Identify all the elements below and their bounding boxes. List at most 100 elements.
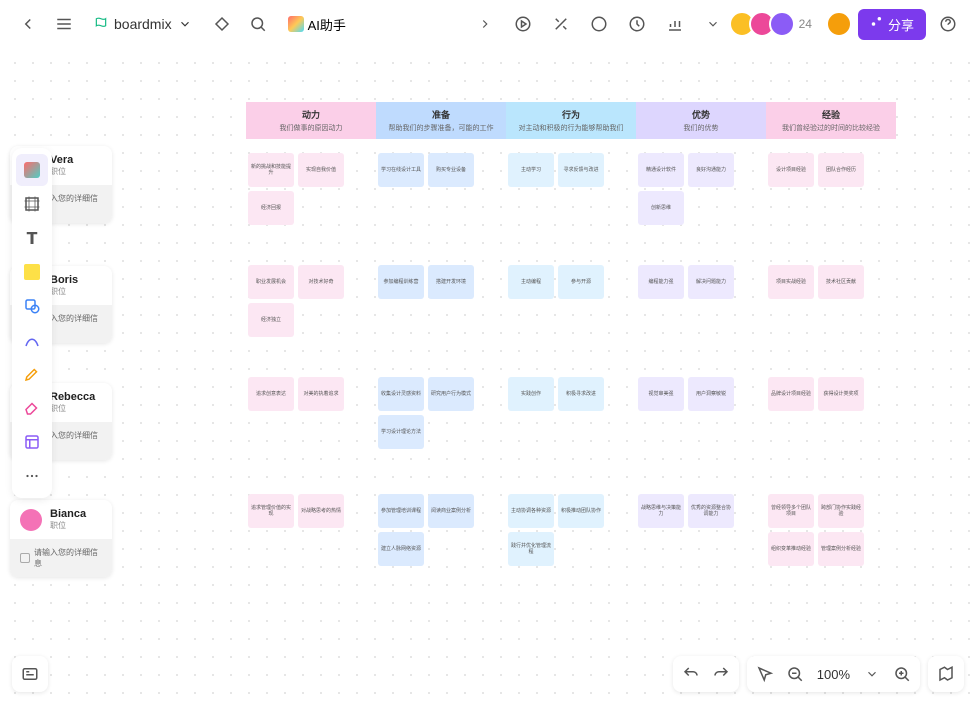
tool-more[interactable] — [16, 460, 48, 492]
tool-line[interactable] — [16, 324, 48, 356]
tool-select[interactable] — [16, 154, 48, 186]
sticky-note[interactable]: 新的挑战和技能提升 — [248, 153, 294, 187]
column-header: 准备帮助我们的步骤准备，可能的工作 — [376, 102, 506, 139]
expand-button[interactable] — [469, 8, 501, 40]
matrix-row: 新的挑战和技能提升实现自我价值经济回报 学习在线设计工具购买专业设备主动学习寻求反… — [246, 151, 896, 251]
share-button[interactable]: 分享 — [858, 9, 926, 40]
persona-card[interactable]: Bianca 职位 请输入您的详细信息 — [10, 500, 112, 577]
undo-button[interactable] — [677, 660, 705, 688]
tool-shape[interactable] — [16, 290, 48, 322]
tool-text[interactable] — [16, 222, 48, 254]
comment-button[interactable] — [583, 8, 615, 40]
sticky-note[interactable]: 对美的执着追求 — [298, 377, 344, 411]
persona-placeholder[interactable]: 请输入您的详细信息 — [10, 539, 112, 577]
user-avatar[interactable] — [826, 11, 852, 37]
sticky-note[interactable]: 管理案例分析经验 — [818, 532, 864, 566]
sticky-note[interactable]: 战略思维与决策能力 — [638, 494, 684, 528]
ai-assistant-button[interactable]: AI助手 — [278, 11, 356, 38]
sticky-note[interactable]: 学习设计理论方法 — [378, 415, 424, 449]
sticky-note[interactable]: 积极推动团队协作 — [558, 494, 604, 528]
sticky-note[interactable]: 寻求反馈与改进 — [558, 153, 604, 187]
sticky-note[interactable]: 编程能力强 — [638, 265, 684, 299]
ai-icon — [288, 16, 304, 32]
sticky-note[interactable]: 实现自我价值 — [298, 153, 344, 187]
sticky-note[interactable]: 经济回报 — [248, 191, 294, 225]
tag-button[interactable] — [206, 8, 238, 40]
minimap-button[interactable] — [932, 660, 960, 688]
sticky-note[interactable]: 参加编程训练营 — [378, 265, 424, 299]
sticky-note[interactable]: 主动协调各种资源 — [508, 494, 554, 528]
sticky-note[interactable]: 对战略思考的热情 — [298, 494, 344, 528]
column-header: 动力我们做事的原因动力 — [246, 102, 376, 139]
chart-button[interactable] — [659, 8, 691, 40]
matrix-cell: 主动编程参与开源 — [506, 263, 636, 363]
board-name-dropdown[interactable]: boardmix — [84, 12, 202, 36]
sticky-note[interactable]: 跨部门协作实践经验 — [818, 494, 864, 528]
sticky-note[interactable]: 收集设计灵感资料 — [378, 377, 424, 411]
sticky-note[interactable]: 技术社区贡献 — [818, 265, 864, 299]
sticky-note[interactable]: 获得设计类奖项 — [818, 377, 864, 411]
sticky-note[interactable]: 阅读商业案例分析 — [428, 494, 474, 528]
zoom-out[interactable] — [781, 660, 809, 688]
canvas[interactable]: Vera 职位 请输入您的详细信息 Boris 职位 请输入您的详细信息 Reb… — [0, 48, 976, 704]
tool-template[interactable] — [16, 426, 48, 458]
sticky-note[interactable]: 主动学习 — [508, 153, 554, 187]
search-button[interactable] — [242, 8, 274, 40]
matrix-cell: 品牌设计项目经验获得设计类奖项 — [766, 375, 896, 480]
sticky-note[interactable]: 积极寻求改进 — [558, 377, 604, 411]
persona-role: 职位 — [50, 166, 73, 177]
sticky-note[interactable]: 组织变革推动经验 — [768, 532, 814, 566]
sticky-note[interactable]: 视觉审美强 — [638, 377, 684, 411]
sticky-note[interactable]: 设计项目经验 — [768, 153, 814, 187]
sticky-note[interactable]: 建立人脉网络资源 — [378, 532, 424, 566]
matrix-cell: 追求创意表达对美的执着追求 — [246, 375, 376, 480]
sticky-note[interactable]: 团队合作经历 — [818, 153, 864, 187]
sticky-note[interactable]: 购买专业设备 — [428, 153, 474, 187]
matrix-cell: 曾经领导多个团队项目跨部门协作实践经验组织变革推动经验管理案例分析经验 — [766, 492, 896, 597]
sticky-note[interactable]: 研究用户行为模式 — [428, 377, 474, 411]
tool-eraser[interactable] — [16, 392, 48, 424]
sticky-note[interactable]: 搭建开发环境 — [428, 265, 474, 299]
sticky-note[interactable]: 参与开源 — [558, 265, 604, 299]
collaborator-avatars[interactable]: 24 — [735, 11, 812, 37]
sticky-note[interactable]: 用户洞察敏锐 — [688, 377, 734, 411]
sticky-note[interactable]: 实践创作 — [508, 377, 554, 411]
sticky-note[interactable]: 学习在线设计工具 — [378, 153, 424, 187]
more-dropdown[interactable] — [697, 8, 729, 40]
zoom-dropdown[interactable] — [858, 660, 886, 688]
sticky-note[interactable]: 践行并优化管理流程 — [508, 532, 554, 566]
sticky-note[interactable]: 解决问题能力 — [688, 265, 734, 299]
sticky-note[interactable]: 追求管理价值的实现 — [248, 494, 294, 528]
matrix-cell: 收集设计灵感资料研究用户行为模式学习设计理论方法 — [376, 375, 506, 480]
sticky-note[interactable]: 精通设计软件 — [638, 153, 684, 187]
board-name-text: boardmix — [114, 16, 172, 32]
play-button[interactable] — [507, 8, 539, 40]
redo-button[interactable] — [707, 660, 735, 688]
sticky-note[interactable]: 主动编程 — [508, 265, 554, 299]
effects-button[interactable] — [545, 8, 577, 40]
help-button[interactable] — [932, 8, 964, 40]
sticky-note[interactable]: 曾经领导多个团队项目 — [768, 494, 814, 528]
persona-role: 职位 — [50, 520, 86, 531]
sticky-note[interactable]: 创新思维 — [638, 191, 684, 225]
tool-frame[interactable] — [16, 188, 48, 220]
sticky-note[interactable]: 品牌设计项目经验 — [768, 377, 814, 411]
tool-sticky[interactable] — [16, 256, 48, 288]
sticky-note[interactable]: 职业发展机会 — [248, 265, 294, 299]
layers-button[interactable] — [12, 656, 48, 692]
sticky-note[interactable]: 项目实战经验 — [768, 265, 814, 299]
back-button[interactable] — [12, 8, 44, 40]
sticky-note[interactable]: 优秀的资源整合协调能力 — [688, 494, 734, 528]
zoom-level[interactable]: 100% — [811, 667, 856, 682]
sticky-note[interactable]: 良好沟通能力 — [688, 153, 734, 187]
menu-button[interactable] — [48, 8, 80, 40]
journey-matrix: 动力我们做事的原因动力准备帮助我们的步骤准备，可能的工作行为对主动和积极的行为能… — [246, 102, 896, 597]
sticky-note[interactable]: 经济独立 — [248, 303, 294, 337]
sticky-note[interactable]: 追求创意表达 — [248, 377, 294, 411]
sticky-note[interactable]: 参加管理培训课程 — [378, 494, 424, 528]
sticky-note[interactable]: 对技术好奇 — [298, 265, 344, 299]
history-button[interactable] — [621, 8, 653, 40]
cursor-mode[interactable] — [751, 660, 779, 688]
zoom-in[interactable] — [888, 660, 916, 688]
tool-pen[interactable] — [16, 358, 48, 390]
